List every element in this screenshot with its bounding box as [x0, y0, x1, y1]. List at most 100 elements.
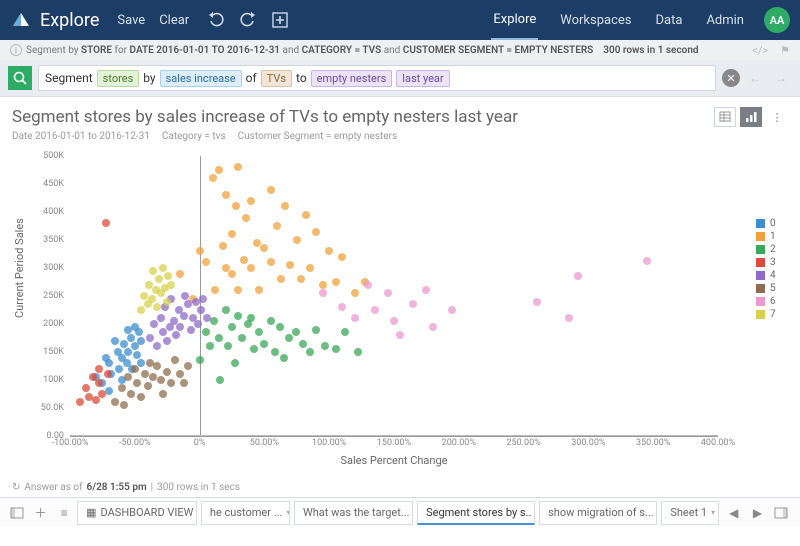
- nav-admin[interactable]: Admin: [704, 2, 746, 39]
- nav-data[interactable]: Data: [654, 2, 685, 39]
- data-point[interactable]: [111, 398, 119, 406]
- data-point[interactable]: [196, 247, 204, 255]
- data-point[interactable]: [167, 379, 175, 387]
- data-point[interactable]: [95, 365, 103, 373]
- data-point[interactable]: [163, 337, 171, 345]
- legend-item[interactable]: 2: [756, 244, 790, 255]
- data-point[interactable]: [137, 306, 145, 314]
- data-point[interactable]: [210, 317, 218, 325]
- data-point[interactable]: [260, 244, 268, 252]
- data-point[interactable]: [293, 236, 301, 244]
- tab-prev-icon[interactable]: ◀: [723, 501, 745, 525]
- legend-item[interactable]: 3: [756, 257, 790, 268]
- data-point[interactable]: [341, 328, 349, 336]
- data-point[interactable]: [565, 314, 573, 322]
- data-point[interactable]: [351, 314, 359, 322]
- data-point[interactable]: [149, 267, 157, 275]
- data-point[interactable]: [271, 348, 279, 356]
- data-point[interactable]: [153, 342, 161, 350]
- data-point[interactable]: [422, 286, 430, 294]
- data-point[interactable]: [111, 337, 119, 345]
- data-point[interactable]: [146, 334, 154, 342]
- data-point[interactable]: [95, 379, 103, 387]
- data-point[interactable]: [390, 317, 398, 325]
- data-point[interactable]: [105, 387, 113, 395]
- panel-left-icon[interactable]: [6, 501, 28, 525]
- data-point[interactable]: [234, 312, 242, 320]
- next-icon[interactable]: →: [770, 67, 792, 89]
- data-point[interactable]: [155, 275, 163, 283]
- query-input[interactable]: Segment stores by sales increase of TVs …: [38, 65, 716, 91]
- sheet-tab[interactable]: What was the target...▾: [294, 501, 413, 525]
- data-point[interactable]: [159, 390, 167, 398]
- panel-right-icon[interactable]: [770, 501, 792, 525]
- data-point[interactable]: [211, 286, 219, 294]
- tab-next-icon[interactable]: ▶: [747, 501, 769, 525]
- add-icon[interactable]: [267, 7, 293, 33]
- data-point[interactable]: [115, 365, 123, 373]
- data-point[interactable]: [533, 298, 541, 306]
- data-point[interactable]: [184, 300, 192, 308]
- sheet-tab[interactable]: Sheet 1▾: [661, 501, 719, 525]
- data-point[interactable]: [141, 370, 149, 378]
- data-point[interactable]: [209, 174, 217, 182]
- data-point[interactable]: [285, 334, 293, 342]
- token-stores[interactable]: stores: [97, 70, 140, 87]
- flag-icon[interactable]: ⚑: [780, 44, 790, 57]
- data-point[interactable]: [127, 334, 135, 342]
- data-point[interactable]: [163, 368, 171, 376]
- data-point[interactable]: [247, 197, 255, 205]
- data-point[interactable]: [194, 320, 202, 328]
- data-point[interactable]: [267, 186, 275, 194]
- refresh-icon[interactable]: ↻: [12, 482, 20, 493]
- data-point[interactable]: [222, 306, 230, 314]
- data-point[interactable]: [82, 384, 90, 392]
- sheet-tab[interactable]: he customer ...▾: [201, 501, 290, 525]
- data-point[interactable]: [104, 370, 112, 378]
- data-point[interactable]: [228, 323, 236, 331]
- search-button[interactable]: [8, 66, 32, 90]
- data-point[interactable]: [137, 337, 145, 345]
- data-point[interactable]: [643, 257, 651, 265]
- data-point[interactable]: [222, 191, 230, 199]
- data-point[interactable]: [240, 256, 248, 264]
- data-point[interactable]: [255, 328, 263, 336]
- code-icon[interactable]: </>: [752, 44, 768, 57]
- data-point[interactable]: [102, 219, 110, 227]
- legend-item[interactable]: 6: [756, 296, 790, 307]
- data-point[interactable]: [137, 393, 145, 401]
- data-point[interactable]: [180, 312, 188, 320]
- data-point[interactable]: [149, 373, 157, 381]
- data-point[interactable]: [144, 382, 152, 390]
- data-point[interactable]: [180, 379, 188, 387]
- scatter-plot[interactable]: [70, 156, 718, 436]
- data-point[interactable]: [176, 370, 184, 378]
- data-point[interactable]: [312, 228, 320, 236]
- nav-workspaces[interactable]: Workspaces: [558, 2, 633, 39]
- data-point[interactable]: [384, 289, 392, 297]
- data-point[interactable]: [153, 362, 161, 370]
- data-point[interactable]: [247, 314, 255, 322]
- nav-explore[interactable]: Explore: [491, 1, 538, 40]
- token-last-year[interactable]: last year: [396, 70, 449, 87]
- data-point[interactable]: [167, 281, 175, 289]
- data-point[interactable]: [228, 270, 236, 278]
- save-link[interactable]: Save: [117, 13, 145, 28]
- data-point[interactable]: [202, 328, 210, 336]
- data-point[interactable]: [164, 272, 172, 280]
- chevron-down-icon[interactable]: ▾: [711, 508, 715, 517]
- legend-item[interactable]: 7: [756, 309, 790, 320]
- data-point[interactable]: [163, 298, 171, 306]
- data-point[interactable]: [319, 289, 327, 297]
- data-point[interactable]: [215, 334, 223, 342]
- app-logo[interactable]: [10, 9, 32, 31]
- data-point[interactable]: [196, 356, 204, 364]
- token-tvs[interactable]: TVs: [261, 70, 292, 87]
- data-point[interactable]: [396, 331, 404, 339]
- data-point[interactable]: [135, 328, 143, 336]
- data-point[interactable]: [105, 359, 113, 367]
- data-point[interactable]: [124, 373, 132, 381]
- data-point[interactable]: [202, 258, 210, 266]
- data-point[interactable]: [216, 376, 224, 384]
- data-point[interactable]: [171, 356, 179, 364]
